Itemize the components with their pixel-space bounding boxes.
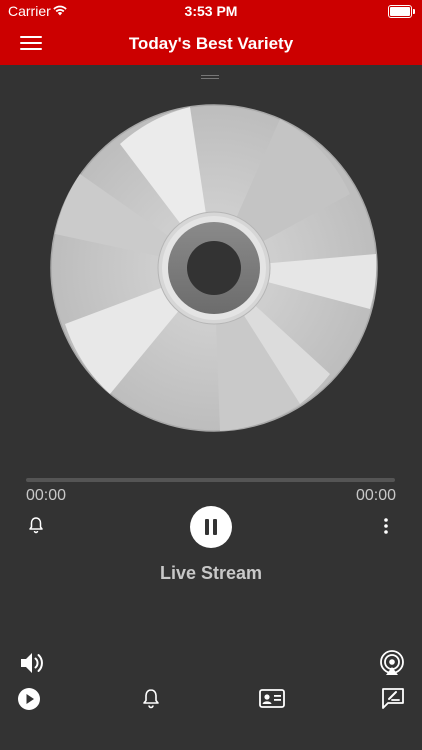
duration-time: 00:00 [355,487,396,504]
airplay-icon[interactable] [378,650,406,676]
pause-button[interactable] [190,506,232,548]
page-title: Today's Best Variety [128,34,294,53]
album-art-disc [50,104,378,432]
nav-bar: Today's Best Variety [0,22,422,65]
status-bar: Carrier 3:53 PM [0,0,422,22]
contact-card-icon[interactable] [258,688,286,710]
drag-handle[interactable] [201,73,219,79]
play-circle-icon[interactable] [17,687,41,711]
more-vertical-icon[interactable] [380,516,392,536]
bell-icon[interactable] [141,688,161,710]
elapsed-time: 00:00 [26,487,67,504]
progress-bar[interactable] [26,478,395,482]
bell-icon[interactable] [27,516,45,534]
battery-icon [388,5,415,18]
clock: 3:53 PM [184,3,238,19]
volume-icon[interactable] [18,650,46,676]
stream-label: Live Stream [159,563,263,583]
feedback-icon[interactable] [380,686,406,710]
cd-disc-image [50,104,378,432]
pause-icon [205,519,209,535]
